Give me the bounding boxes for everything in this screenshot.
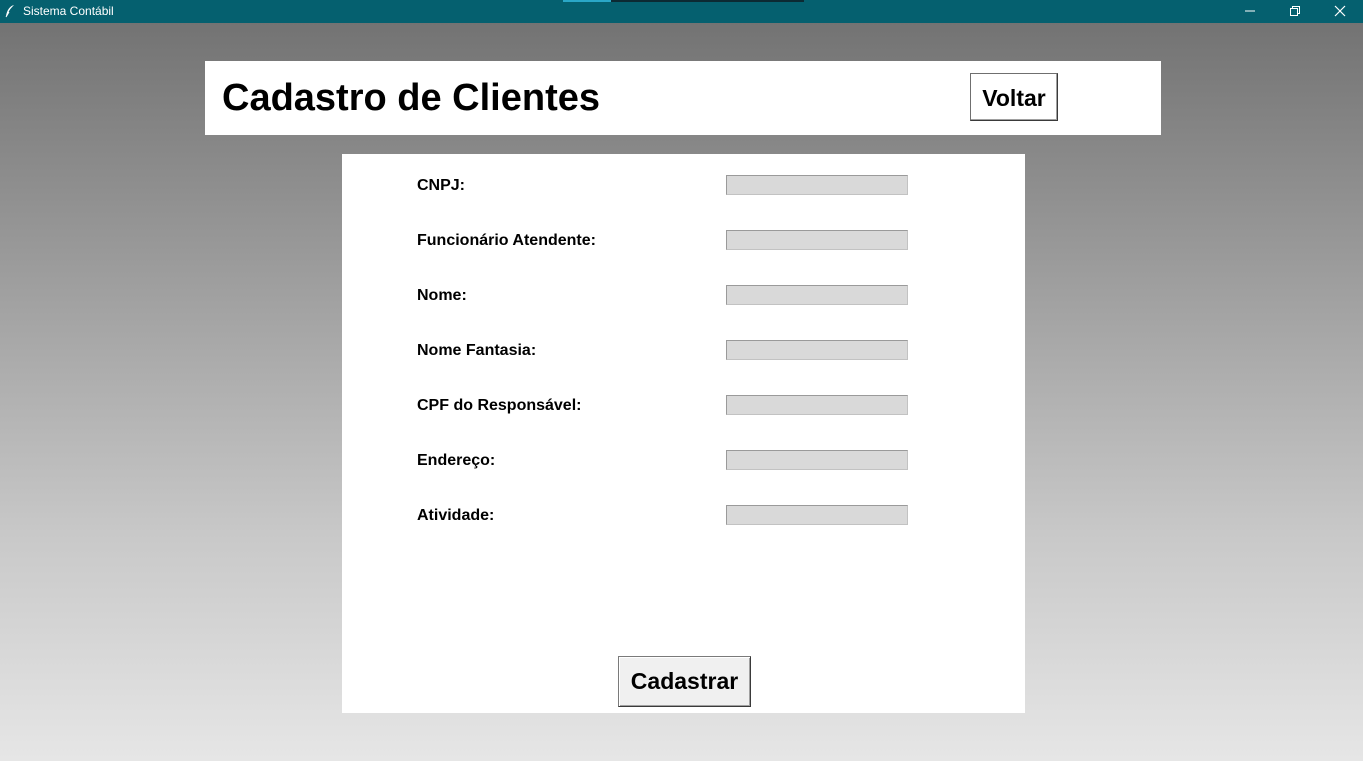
endereco-label: Endereço: — [417, 452, 496, 469]
close-icon — [1334, 5, 1346, 17]
minimize-icon — [1245, 10, 1255, 12]
nome-label: Nome: — [417, 287, 467, 304]
minimize-button[interactable] — [1227, 0, 1273, 23]
restore-icon — [1290, 6, 1300, 16]
titlebar-accent — [563, 0, 611, 2]
restore-button[interactable] — [1272, 0, 1318, 23]
cadastrar-button[interactable]: Cadastrar — [618, 656, 751, 707]
endereco-input[interactable] — [726, 450, 908, 470]
nome-input[interactable] — [726, 285, 908, 305]
client-area: Cadastro de Clientes Voltar CNPJ: Funcio… — [0, 23, 1363, 761]
cnpj-input[interactable] — [726, 175, 908, 195]
title-bar[interactable]: Sistema Contábil — [0, 0, 1363, 23]
app-window: Sistema Contábil Cadastro de Clientes Vo… — [0, 0, 1363, 761]
nome-fantasia-input[interactable] — [726, 340, 908, 360]
funcionario-atendente-input[interactable] — [726, 230, 908, 250]
atividade-label: Atividade: — [417, 507, 495, 524]
header-panel: Cadastro de Clientes Voltar — [205, 61, 1161, 135]
close-button[interactable] — [1317, 0, 1363, 23]
page-title: Cadastro de Clientes — [222, 77, 600, 119]
funcionario-atendente-label: Funcionário Atendente: — [417, 232, 596, 249]
nome-fantasia-label: Nome Fantasia: — [417, 342, 537, 359]
cpf-responsavel-input[interactable] — [726, 395, 908, 415]
atividade-input[interactable] — [726, 505, 908, 525]
titlebar-accent — [611, 0, 804, 2]
back-button[interactable]: Voltar — [970, 73, 1058, 121]
cpf-responsavel-label: CPF do Responsável: — [417, 397, 582, 414]
cnpj-label: CNPJ: — [417, 177, 466, 194]
feather-icon — [4, 4, 16, 18]
client-form: CNPJ: Funcionário Atendente: Nome: Nome … — [342, 154, 1025, 713]
window-title: Sistema Contábil — [23, 4, 114, 18]
